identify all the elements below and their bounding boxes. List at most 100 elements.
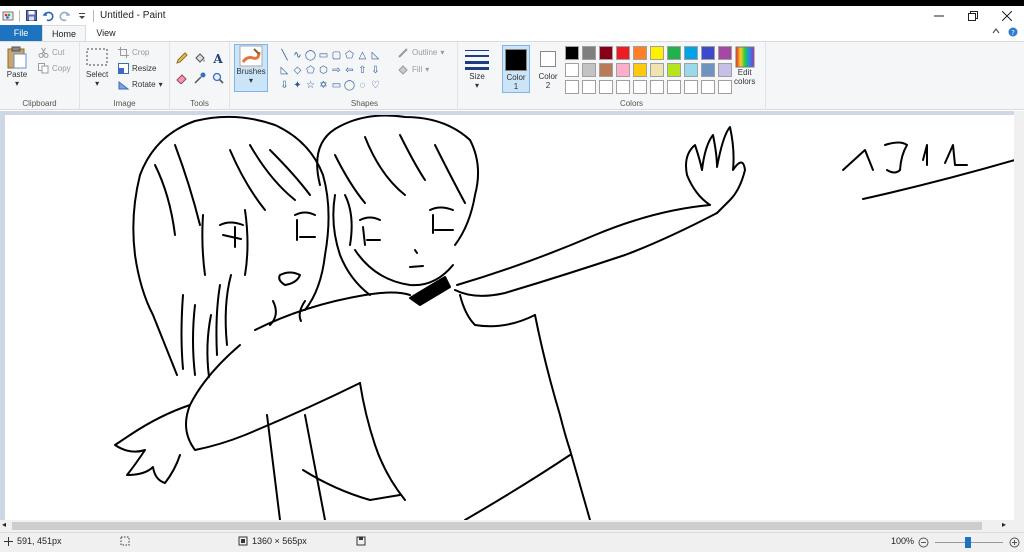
color-swatch[interactable] xyxy=(582,80,596,94)
color-swatch[interactable] xyxy=(701,63,715,77)
horizontal-scrollbar[interactable]: ◂ ▸ xyxy=(0,520,1024,532)
paste-button[interactable]: Paste ▾ xyxy=(6,46,28,88)
color-swatch[interactable] xyxy=(718,46,732,60)
color-swatch[interactable] xyxy=(582,63,596,77)
shapes-gallery[interactable]: ╲ ∿ ◯ ▭ ▢ ⬠ △ ◺ ◺ ◇ ⬠ ⬡ ⇨ ⇦ ⇧ ⇩ ⇩ ✦ ☆ ✡ xyxy=(278,48,388,93)
color-swatch[interactable] xyxy=(650,63,664,77)
edit-colors-label-2: colors xyxy=(734,77,756,86)
collapse-ribbon-icon[interactable] xyxy=(992,27,1000,35)
outline-button[interactable]: Outline ▾ xyxy=(398,47,444,58)
eraser-icon[interactable] xyxy=(176,72,188,84)
minimize-button[interactable] xyxy=(922,6,956,25)
color-swatch[interactable] xyxy=(616,80,630,94)
triangle-shape-icon[interactable]: △ xyxy=(356,48,369,63)
down-arrow-shape-icon[interactable]: ⇩ xyxy=(278,78,291,93)
line-shape-icon[interactable]: ╲ xyxy=(278,48,291,63)
up-arrow-shape-icon[interactable]: ⇧ xyxy=(356,63,369,78)
customize-qat-icon[interactable] xyxy=(76,10,88,22)
color-swatch[interactable] xyxy=(684,63,698,77)
color-swatch[interactable] xyxy=(650,80,664,94)
zoom-in-icon[interactable] xyxy=(1009,537,1020,548)
scroll-right-icon[interactable]: ▸ xyxy=(1002,520,1006,529)
rotate-button[interactable]: Rotate ▾ xyxy=(118,79,163,90)
hexagon-shape-icon[interactable]: ⬡ xyxy=(317,63,330,78)
paint-app-icon[interactable] xyxy=(2,10,14,22)
pentagon-shape-icon[interactable]: ⬠ xyxy=(304,63,317,78)
resize-button[interactable]: Resize xyxy=(118,63,156,74)
color1-button[interactable]: Color 1 xyxy=(502,45,530,93)
close-button[interactable] xyxy=(990,6,1024,25)
edit-colors-button[interactable]: Edit colors xyxy=(734,46,755,86)
drawing-canvas[interactable] xyxy=(5,115,1015,520)
color-picker-icon[interactable] xyxy=(194,72,206,84)
down-arrow-shape-icon[interactable]: ⇩ xyxy=(369,63,382,78)
callout-oval-shape-icon[interactable]: ◯ xyxy=(343,78,356,93)
oval-shape-icon[interactable]: ◯ xyxy=(304,48,317,63)
color-swatch[interactable] xyxy=(565,63,579,77)
left-arrow-shape-icon[interactable]: ⇦ xyxy=(343,63,356,78)
callout-rect-shape-icon[interactable]: ▭ xyxy=(330,78,343,93)
pencil-icon[interactable] xyxy=(176,52,188,64)
right-triangle-shape-icon[interactable]: ◺ xyxy=(369,48,382,63)
tab-view[interactable]: View xyxy=(92,25,120,41)
tab-file[interactable]: File xyxy=(0,25,42,41)
five-point-star-shape-icon[interactable]: ☆ xyxy=(304,78,317,93)
zoom-slider-thumb[interactable] xyxy=(965,537,971,548)
zoom-out-icon[interactable] xyxy=(918,537,929,548)
color-swatch[interactable] xyxy=(616,63,630,77)
color-swatch[interactable] xyxy=(565,46,579,60)
four-point-star-shape-icon[interactable]: ✦ xyxy=(291,78,304,93)
color-swatch[interactable] xyxy=(565,80,579,94)
color-swatch[interactable] xyxy=(599,80,613,94)
callout-cloud-shape-icon[interactable]: ◌ xyxy=(356,78,369,93)
color-swatch[interactable] xyxy=(701,80,715,94)
scroll-left-icon[interactable]: ◂ xyxy=(2,520,6,529)
select-button[interactable]: Select ▾ xyxy=(86,48,108,88)
paste-icon xyxy=(7,46,27,69)
fill-button[interactable]: Fill ▾ xyxy=(398,64,429,75)
color-swatch[interactable] xyxy=(633,80,647,94)
cut-button[interactable]: Cut xyxy=(38,47,64,58)
save-icon[interactable] xyxy=(25,10,37,22)
color-swatch[interactable] xyxy=(718,80,732,94)
color-swatch[interactable] xyxy=(667,63,681,77)
color-swatch[interactable] xyxy=(582,46,596,60)
color2-button[interactable]: Color 2 xyxy=(534,45,562,93)
curve-shape-icon[interactable]: ∿ xyxy=(291,48,304,63)
brushes-button[interactable]: Brushes ▾ xyxy=(234,44,268,92)
diamond-shape-icon[interactable]: ◇ xyxy=(291,63,304,78)
color-swatch[interactable] xyxy=(667,80,681,94)
color-swatch[interactable] xyxy=(633,46,647,60)
color-swatch[interactable] xyxy=(616,46,630,60)
tab-home[interactable]: Home xyxy=(42,25,86,42)
polygon-shape-icon[interactable]: ⬠ xyxy=(343,48,356,63)
right-arrow-shape-icon[interactable]: ⇨ xyxy=(330,63,343,78)
color-swatch[interactable] xyxy=(633,63,647,77)
heart-shape-icon[interactable]: ♡ xyxy=(369,78,382,93)
right-triangle-shape-icon[interactable]: ◺ xyxy=(278,63,291,78)
magnifier-icon[interactable] xyxy=(212,72,224,84)
redo-icon[interactable] xyxy=(59,10,71,22)
rectangle-shape-icon[interactable]: ▭ xyxy=(317,48,330,63)
copy-button[interactable]: Copy xyxy=(38,63,71,74)
restore-button[interactable] xyxy=(956,6,990,25)
color-swatch[interactable] xyxy=(684,80,698,94)
color-swatch[interactable] xyxy=(667,46,681,60)
scissors-icon xyxy=(38,47,49,58)
text-icon[interactable]: A xyxy=(212,52,224,64)
color-swatch[interactable] xyxy=(599,46,613,60)
color-swatch[interactable] xyxy=(701,46,715,60)
undo-icon[interactable] xyxy=(42,10,54,22)
rounded-rectangle-shape-icon[interactable]: ▢ xyxy=(330,48,343,63)
crop-button[interactable]: Crop xyxy=(118,47,149,58)
vertical-scrollbar[interactable] xyxy=(1014,111,1024,520)
color-swatch[interactable] xyxy=(718,63,732,77)
color-swatch[interactable] xyxy=(599,63,613,77)
color-swatch[interactable] xyxy=(650,46,664,60)
help-icon[interactable]: ? xyxy=(1008,27,1018,37)
fill-bucket-icon[interactable] xyxy=(194,52,206,64)
six-point-star-shape-icon[interactable]: ✡ xyxy=(317,78,330,93)
size-button[interactable]: Size ▾ xyxy=(464,48,490,90)
color-swatch[interactable] xyxy=(684,46,698,60)
horizontal-scroll-thumb[interactable] xyxy=(12,522,982,530)
